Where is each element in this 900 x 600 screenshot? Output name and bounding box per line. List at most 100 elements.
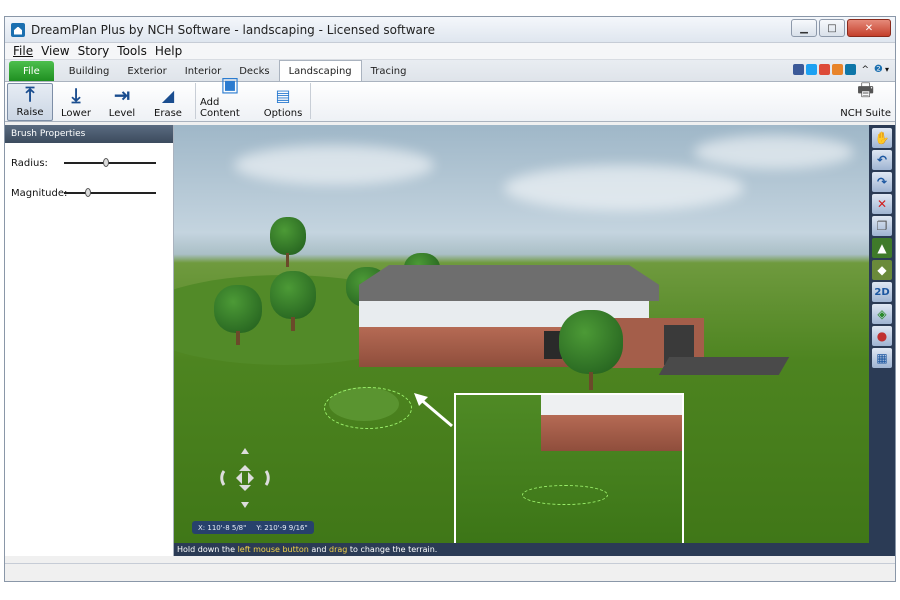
- radius-row: Radius:: [5, 153, 173, 173]
- menu-bar: File View Story Tools Help: [5, 43, 895, 60]
- tab-landscaping[interactable]: Landscaping: [278, 60, 362, 81]
- magnitude-slider-knob[interactable]: [85, 188, 91, 197]
- cloud: [694, 135, 854, 169]
- navigation-control[interactable]: [210, 443, 280, 513]
- tab-file[interactable]: File: [9, 61, 54, 81]
- rotate-left-icon: [220, 470, 226, 486]
- 2d-view-button[interactable]: 2D: [872, 282, 892, 302]
- menu-help[interactable]: Help: [151, 44, 186, 58]
- menu-story[interactable]: Story: [74, 44, 114, 58]
- rotate-right-icon[interactable]: ↷: [872, 172, 892, 192]
- title-bar: DreamPlan Plus by NCH Software - landsca…: [5, 17, 895, 43]
- nav-up-icon: [241, 448, 249, 454]
- rotate-right-icon: [264, 470, 270, 486]
- help-dropdown-icon[interactable]: ▾: [885, 65, 889, 74]
- radius-slider[interactable]: [64, 158, 156, 167]
- toolbar-divider: [195, 83, 196, 119]
- lower-button[interactable]: ⤓ Lower: [53, 83, 99, 121]
- options-button[interactable]: ▤ Options: [260, 83, 306, 121]
- menu-file[interactable]: File: [9, 44, 37, 58]
- lower-label: Lower: [61, 108, 91, 119]
- menu-tools[interactable]: Tools: [113, 44, 151, 58]
- paint-icon[interactable]: ●: [872, 326, 892, 346]
- ribbon-tabs: File Building Exterior Interior Decks La…: [5, 60, 895, 82]
- driveway: [658, 357, 790, 375]
- cloud: [504, 165, 744, 211]
- hand-icon[interactable]: ✋: [872, 128, 892, 148]
- level-icon: ⇥: [113, 83, 131, 107]
- house-roof: [359, 265, 659, 301]
- level-label: Level: [108, 108, 136, 119]
- raise-label: Raise: [16, 107, 44, 118]
- grid-icon[interactable]: ▦: [872, 348, 892, 368]
- coord-y: Y: 210'-9 9/16": [256, 523, 308, 532]
- menu-view[interactable]: View: [37, 44, 73, 58]
- 3d-viewport[interactable]: X: 110'-8 5/8" Y: 210'-9 9/16" Hold down…: [174, 125, 895, 556]
- options-label: Options: [263, 108, 303, 119]
- inset-brick-wall: [541, 415, 682, 451]
- tree[interactable]: [559, 310, 623, 390]
- magnitude-row: Magnitude:: [5, 183, 173, 203]
- brush-outline: [324, 387, 412, 429]
- hint-text: Hold down the: [177, 545, 238, 554]
- inset-brush-outline: [522, 485, 608, 505]
- window-title: DreamPlan Plus by NCH Software - landsca…: [31, 22, 435, 37]
- rotate-left-icon[interactable]: ↶: [872, 150, 892, 170]
- delete-icon[interactable]: ✕: [872, 194, 892, 214]
- nch-suite-icon: 🖶: [857, 80, 875, 101]
- main-area: Brush Properties Radius: Magnitude: X: 1…: [5, 125, 895, 556]
- terrain-icon[interactable]: ▲: [872, 238, 892, 258]
- tree[interactable]: [214, 285, 262, 345]
- toolbar-divider: [310, 83, 311, 119]
- app-window: DreamPlan Plus by NCH Software - landsca…: [4, 16, 896, 582]
- add-content-label: Add Content: [200, 97, 240, 119]
- brush-properties-panel: Brush Properties Radius: Magnitude:: [5, 125, 174, 556]
- hint-text: and: [308, 545, 329, 554]
- nav-left-icon: [236, 472, 242, 484]
- help-icon[interactable]: ❷: [874, 64, 883, 75]
- app-icon: [11, 22, 25, 37]
- tab-exterior[interactable]: Exterior: [118, 61, 175, 81]
- collapse-ribbon-icon[interactable]: ^: [861, 65, 869, 75]
- cloud: [234, 145, 434, 185]
- raise-button[interactable]: ⤒ Raise: [7, 82, 53, 121]
- zoom-inset: [454, 393, 684, 553]
- layers-icon[interactable]: ◈: [872, 304, 892, 324]
- hint-text: to change the terrain.: [347, 545, 438, 554]
- right-toolbar: ✋ ↶ ↷ ✕ ❐ ▲ ◆ 2D ◈ ● ▦: [869, 125, 895, 556]
- erase-button[interactable]: ◢ Erase: [145, 83, 191, 121]
- raise-icon: ⤒: [25, 82, 35, 106]
- toolbar: ⤒ Raise ⤓ Lower ⇥ Level ◢ Erase ▣ Add Co…: [5, 72, 895, 122]
- maximize-button[interactable]: □: [819, 19, 845, 37]
- tree[interactable]: [270, 271, 316, 331]
- coord-x: X: 110'-8 5/8": [198, 523, 247, 532]
- tab-building[interactable]: Building: [60, 61, 119, 81]
- close-button[interactable]: ✕: [847, 19, 891, 37]
- texture-icon[interactable]: ◆: [872, 260, 892, 280]
- coordinates-readout: X: 110'-8 5/8" Y: 210'-9 9/16": [192, 521, 314, 534]
- tab-tracing[interactable]: Tracing: [362, 61, 416, 81]
- magnitude-slider[interactable]: [64, 188, 156, 197]
- hint-highlight: drag: [328, 545, 348, 554]
- facebook-icon[interactable]: [793, 64, 805, 75]
- level-button[interactable]: ⇥ Level: [99, 83, 145, 121]
- brush-properties-header: Brush Properties: [5, 125, 173, 143]
- linkedin-icon[interactable]: [845, 64, 857, 75]
- nav-right-icon: [248, 472, 254, 484]
- copy-icon[interactable]: ❐: [872, 216, 892, 236]
- tree[interactable]: [270, 217, 306, 267]
- nch-suite-label: NCH Suite: [840, 108, 891, 119]
- minimize-button[interactable]: ▁: [791, 19, 817, 37]
- twitter-icon[interactable]: [806, 64, 818, 75]
- google-plus-icon[interactable]: [819, 64, 831, 75]
- radius-slider-knob[interactable]: [103, 158, 109, 167]
- erase-label: Erase: [154, 108, 182, 119]
- magnitude-label: Magnitude:: [11, 187, 68, 199]
- add-content-icon: ▣: [220, 72, 240, 96]
- nch-suite-button[interactable]: 🖶 NCH Suite: [840, 78, 891, 119]
- social-links: ^ ❷ ▾: [793, 64, 889, 75]
- add-content-button[interactable]: ▣ Add Content: [200, 72, 260, 121]
- viewport-hint: Hold down the left mouse button and drag…: [174, 543, 895, 556]
- rss-icon[interactable]: [832, 64, 844, 75]
- options-icon: ▤: [275, 85, 291, 105]
